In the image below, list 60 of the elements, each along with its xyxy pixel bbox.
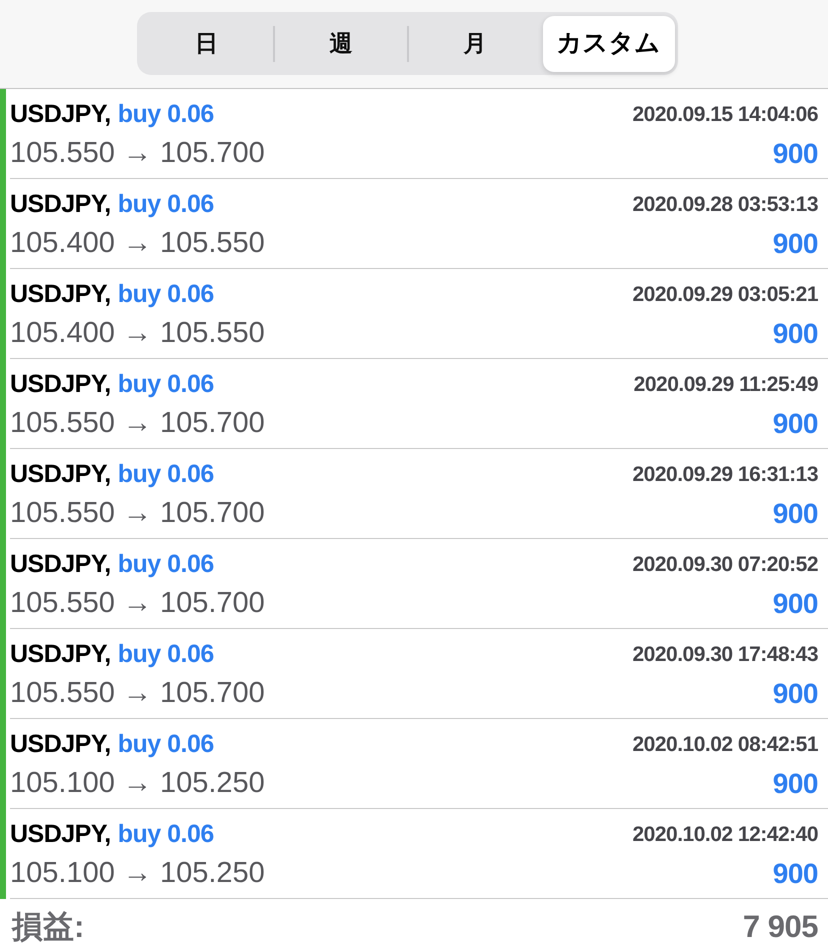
period-tab[interactable]: 日 [140, 16, 274, 72]
price-range-text: 105.550 → 105.700 [10, 586, 265, 621]
price-range-text: 105.550 → 105.700 [10, 496, 265, 531]
trade-row[interactable]: USDJPY, buy 0.06 2020.09.29 03:05:21 105.400 → 105.550 900 [10, 269, 828, 359]
period-tab[interactable]: カスタム [542, 16, 674, 72]
symbol-text: USDJPY, [10, 728, 111, 760]
trade-time-text: 2020.09.30 17:48:43 [632, 642, 818, 668]
price-range-text: 105.100 → 105.250 [10, 766, 265, 801]
profit-text: 900 [772, 406, 818, 440]
trade-row[interactable]: USDJPY, buy 0.06 2020.09.28 03:53:13 105.400 → 105.550 900 [10, 179, 828, 269]
profit-text: 900 [772, 226, 818, 260]
trade-row[interactable]: USDJPY, buy 0.06 2020.09.15 14:04:06 105.550 → 105.700 900 [10, 89, 828, 179]
symbol-text: USDJPY, [10, 278, 111, 310]
symbol-text: USDJPY, [10, 638, 111, 670]
profit-text: 900 [772, 676, 818, 710]
symbol-text: USDJPY, [10, 548, 111, 580]
symbol-text: USDJPY, [10, 818, 111, 850]
trade-time-text: 2020.09.29 16:31:13 [632, 462, 818, 488]
order-type-text: buy 0.06 [118, 638, 214, 670]
profit-text: 900 [772, 856, 818, 890]
order-type-text: buy 0.06 [118, 188, 214, 220]
total-profit-text: 7 905 [742, 908, 818, 946]
order-type-text: buy 0.06 [118, 368, 214, 400]
trade-time-text: 2020.09.29 11:25:49 [634, 372, 818, 398]
trade-time-text: 2020.10.02 08:42:51 [632, 732, 818, 758]
trade-row[interactable]: USDJPY, buy 0.06 2020.10.02 08:42:51 105.100 → 105.250 900 [10, 719, 828, 809]
trade-time-text: 2020.09.29 03:05:21 [632, 282, 818, 308]
price-range-text: 105.550 → 105.700 [10, 676, 265, 711]
symbol-text: USDJPY, [10, 368, 111, 400]
trade-row[interactable]: USDJPY, buy 0.06 2020.10.02 12:42:40 105.100 → 105.250 900 [10, 809, 828, 899]
period-tab[interactable]: 週 [275, 16, 407, 72]
trade-row[interactable]: USDJPY, buy 0.06 2020.09.30 17:48:43 105.550 → 105.700 900 [10, 629, 828, 719]
profit-text: 900 [772, 136, 818, 170]
trade-time-text: 2020.09.30 07:20:52 [632, 552, 818, 578]
symbol-text: USDJPY, [10, 98, 111, 130]
order-type-text: buy 0.06 [118, 548, 214, 580]
symbol-text: USDJPY, [10, 188, 111, 220]
trade-time-text: 2020.09.28 03:53:13 [632, 192, 818, 218]
trade-row[interactable]: USDJPY, buy 0.06 2020.09.30 07:20:52 105.550 → 105.700 900 [10, 539, 828, 629]
symbol-text: USDJPY, [10, 458, 111, 490]
trade-time-text: 2020.10.02 12:42:40 [632, 822, 818, 848]
trade-row[interactable]: USDJPY, buy 0.06 2020.09.29 11:25:49 105.550 → 105.700 900 [10, 359, 828, 449]
order-type-text: buy 0.06 [118, 458, 214, 490]
order-type-text: buy 0.06 [118, 278, 214, 310]
order-type-text: buy 0.06 [118, 98, 214, 130]
profit-text: 900 [772, 316, 818, 350]
total-label: 損益: [12, 908, 84, 946]
trade-time-text: 2020.09.15 14:04:06 [632, 102, 818, 128]
price-range-text: 105.400 → 105.550 [10, 226, 265, 261]
price-range-text: 105.400 → 105.550 [10, 316, 265, 351]
profit-text: 900 [772, 586, 818, 620]
profit-text: 900 [772, 496, 818, 530]
order-type-text: buy 0.06 [118, 728, 214, 760]
price-range-text: 105.550 → 105.700 [10, 136, 265, 171]
price-range-text: 105.550 → 105.700 [10, 406, 265, 441]
profit-text: 900 [772, 766, 818, 800]
trade-row[interactable]: USDJPY, buy 0.06 2020.09.29 16:31:13 105.550 → 105.700 900 [10, 449, 828, 539]
price-range-text: 105.100 → 105.250 [10, 856, 265, 891]
period-tab[interactable]: 月 [409, 16, 541, 72]
order-type-text: buy 0.06 [118, 818, 214, 850]
